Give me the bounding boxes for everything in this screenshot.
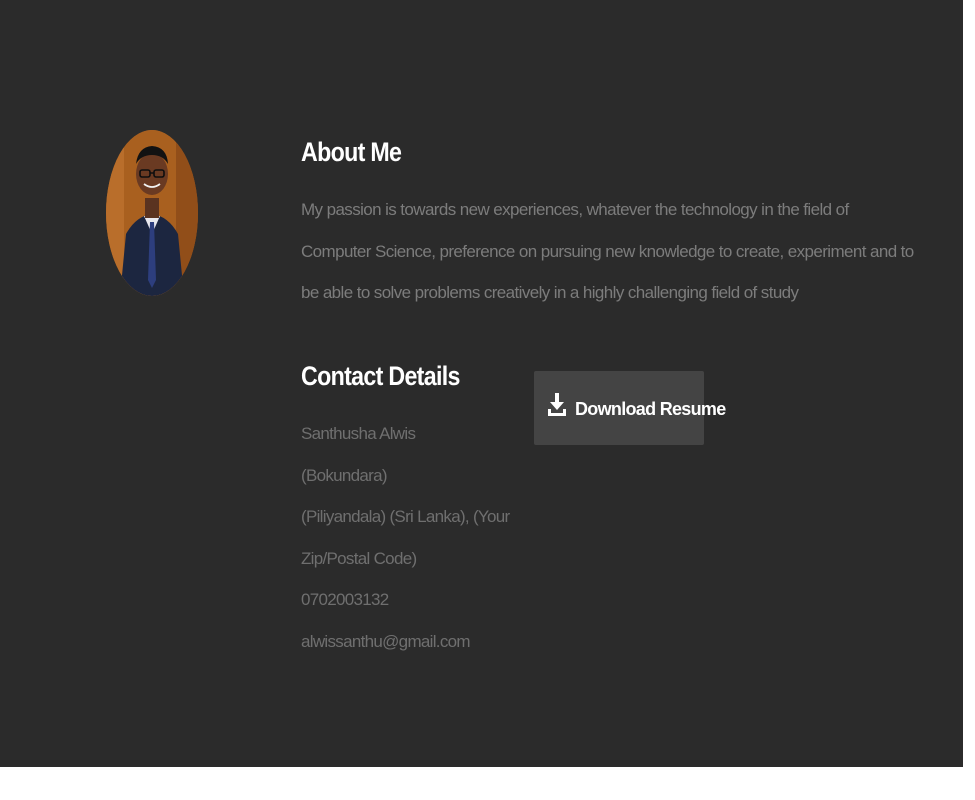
profile-photo-illustration <box>106 130 198 296</box>
about-text: My passion is towards new experiences, w… <box>301 200 914 302</box>
about-heading: About Me <box>301 137 402 167</box>
page-scrollbar[interactable] <box>963 0 975 800</box>
download-resume-label: Download Resume <box>575 399 726 419</box>
profile-photo <box>106 130 198 296</box>
contact-heading: Contact Details <box>301 361 460 391</box>
contact-address-line-3: Zip/Postal Code) <box>301 548 417 568</box>
contact-address-line-1: (Bokundara) <box>301 465 388 485</box>
about-section: About Me My passion is towards new exper… <box>0 0 963 767</box>
contact-address-line-2: (Piliyandala) (Sri Lanka), (Your <box>301 507 510 527</box>
download-icon <box>548 393 566 419</box>
contact-details-list: Santhusha Alwis (Bokundara) (Piliyandala… <box>301 413 510 663</box>
download-resume-button[interactable]: Download Resume <box>534 371 726 445</box>
contact-name: Santhusha Alwis <box>301 424 416 443</box>
contact-email[interactable]: alwissanthu@gmail.com <box>301 621 481 663</box>
contact-phone: 0702003132 <box>301 590 389 610</box>
